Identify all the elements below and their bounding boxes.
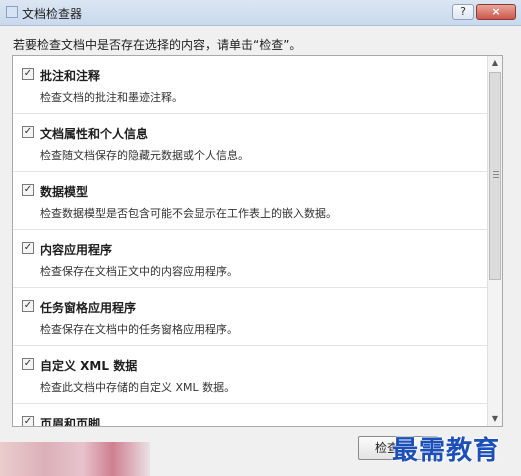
item-title: 内容应用程序 (40, 243, 113, 257)
item-title: 自定义 XML 数据 (40, 359, 138, 373)
window-title: 文档检查器 (22, 7, 83, 21)
item-title: 页眉和页脚 (40, 417, 101, 426)
inspection-list-items: ✓ 批注和注释 检查文档的批注和墨迹注释。 ✓ 文档属性和个人信息 检查随文档保… (13, 56, 487, 426)
item-checkbox[interactable]: ✓ (22, 126, 34, 138)
help-button[interactable]: ? (452, 4, 474, 20)
item-description: 检查保存在文档中的任务窗格应用程序。 (40, 323, 238, 336)
vertical-scrollbar[interactable]: ▲ ▼ (487, 56, 502, 426)
item-description: 检查此文档中存储的自定义 XML 数据。 (40, 381, 236, 394)
instruction-text: 若要检查文档中是否存在选择的内容，请单击“检查”。 (13, 38, 302, 52)
item-description: 检查保存在文档正文中的内容应用程序。 (40, 265, 238, 278)
list-item: ✓ 自定义 XML 数据 检查此文档中存储的自定义 XML 数据。 (13, 346, 487, 404)
scroll-down-icon[interactable]: ▼ (488, 412, 502, 426)
watermark-logo: 最需教育 (392, 436, 501, 466)
item-description: 检查数据模型是否包含可能不会显示在工作表上的嵌入数据。 (40, 207, 337, 220)
item-description: 检查随文档保存的隐藏元数据或个人信息。 (40, 149, 249, 162)
item-checkbox[interactable]: ✓ (22, 68, 34, 80)
scroll-up-icon[interactable]: ▲ (488, 56, 502, 70)
app-icon (6, 6, 18, 18)
item-checkbox[interactable]: ✓ (22, 416, 34, 426)
item-checkbox[interactable]: ✓ (22, 184, 34, 196)
list-item: ✓ 任务窗格应用程序 检查保存在文档中的任务窗格应用程序。 (13, 288, 487, 346)
blurred-area (0, 442, 150, 476)
item-description: 检查文档的批注和墨迹注释。 (40, 91, 183, 104)
item-checkbox[interactable]: ✓ (22, 358, 34, 370)
item-title: 文档属性和个人信息 (40, 127, 149, 141)
list-item: ✓ 数据模型 检查数据模型是否包含可能不会显示在工作表上的嵌入数据。 (13, 172, 487, 230)
list-item: ✓ 批注和注释 检查文档的批注和墨迹注释。 (13, 56, 487, 114)
list-item-partial: ✓ 页眉和页脚 (13, 404, 487, 426)
scroll-thumb[interactable] (489, 72, 501, 280)
item-checkbox[interactable]: ✓ (22, 242, 34, 254)
scroll-grip-icon (493, 171, 499, 178)
list-item: ✓ 内容应用程序 检查保存在文档正文中的内容应用程序。 (13, 230, 487, 288)
item-checkbox[interactable]: ✓ (22, 300, 34, 312)
close-button[interactable]: × (476, 4, 516, 20)
list-item: ✓ 文档属性和个人信息 检查随文档保存的隐藏元数据或个人信息。 (13, 114, 487, 172)
title-bar: 文档检查器 ? × (0, 0, 521, 26)
inspection-list: ✓ 批注和注释 检查文档的批注和墨迹注释。 ✓ 文档属性和个人信息 检查随文档保… (12, 55, 503, 427)
item-title: 数据模型 (40, 185, 89, 199)
item-title: 任务窗格应用程序 (40, 301, 137, 315)
item-title: 批注和注释 (40, 69, 101, 83)
